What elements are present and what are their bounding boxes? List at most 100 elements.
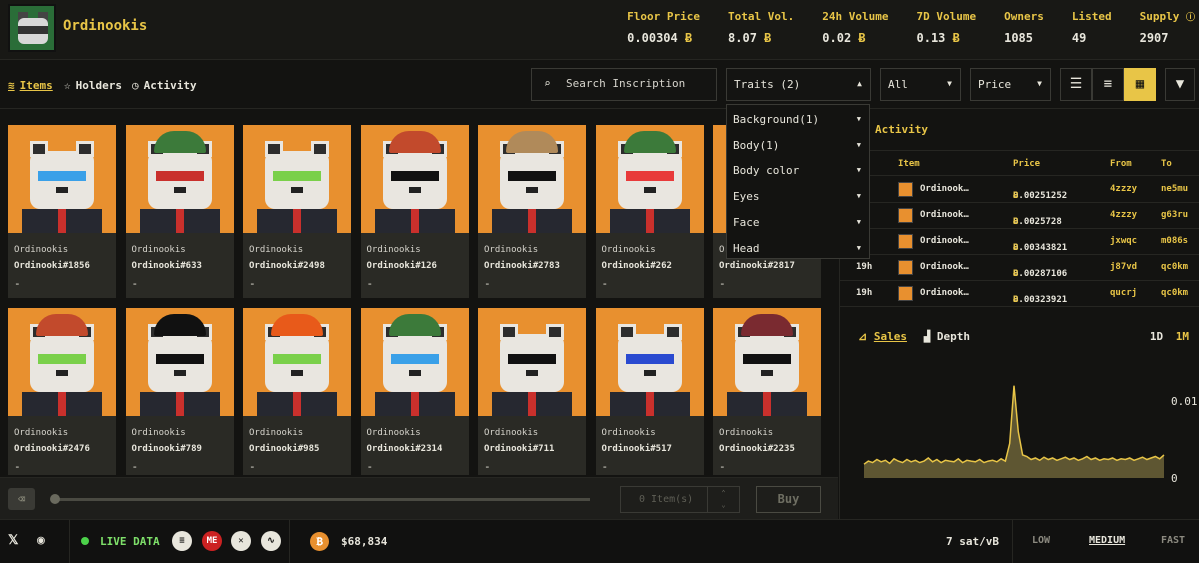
sales-area bbox=[864, 385, 1164, 478]
tab-activity[interactable]: ◷ Activity bbox=[132, 79, 197, 92]
nft-card[interactable]: Ordinookis Ordinooki#2476 - bbox=[8, 308, 116, 475]
marketplace-icon[interactable]: ≡ bbox=[172, 531, 192, 551]
activity-row[interactable]: 19h Ordinook… 0.00323921 Ƀ qucrj qc0km bbox=[840, 281, 1199, 307]
okx-icon[interactable]: ✕ bbox=[231, 531, 251, 551]
nft-card[interactable]: Ordinookis Ordinooki#126 - bbox=[360, 125, 469, 298]
activity-to: ne5mu bbox=[1161, 184, 1189, 194]
fee-rate: 7 sat/vB bbox=[946, 535, 999, 548]
nft-price: - bbox=[484, 460, 491, 473]
stat-floor-price: Floor Price 0.00304 Ƀ bbox=[627, 10, 701, 45]
toolbar: ≋Items ☆Holders ◷Activity ⌕ Traits (2)▲ … bbox=[0, 61, 1199, 109]
unisat-icon[interactable]: ∿ bbox=[261, 531, 281, 551]
stepper-arrows[interactable]: ⌃ ⌄ bbox=[707, 487, 739, 512]
live-data-label: LIVE DATA bbox=[100, 535, 160, 548]
buy-button[interactable]: Buy bbox=[756, 486, 821, 513]
tab-sales[interactable]: ⊿ Sales bbox=[858, 330, 907, 343]
activity-to: qc0km bbox=[1161, 262, 1189, 272]
view-grid-button[interactable]: ▦ bbox=[1124, 68, 1156, 101]
trait-option[interactable]: Body(1) ▼ bbox=[733, 139, 863, 152]
nft-name: Ordinooki#2314 bbox=[366, 444, 443, 454]
magic-eden-icon[interactable]: ME bbox=[202, 531, 222, 551]
sales-chart: 0.01 0 bbox=[863, 385, 1198, 485]
nft-collection: Ordinookis bbox=[601, 245, 656, 255]
trait-option[interactable]: Body color ▼ bbox=[733, 164, 863, 177]
nft-name: Ordinooki#517 bbox=[601, 444, 672, 454]
view-list-button[interactable]: ≡ bbox=[1092, 68, 1124, 101]
nft-card[interactable]: Ordinookis Ordinooki#2783 - bbox=[478, 125, 586, 298]
tab-depth[interactable]: ▟ Depth bbox=[924, 330, 970, 343]
nft-image bbox=[243, 308, 351, 416]
nft-collection: Ordinookis bbox=[484, 428, 539, 438]
nft-card[interactable]: Ordinookis Ordinooki#517 - bbox=[595, 308, 704, 475]
sweep-button[interactable]: ⌫ bbox=[8, 488, 35, 510]
info-icon[interactable]: ⓘ bbox=[1186, 13, 1195, 23]
nft-price: - bbox=[249, 460, 256, 473]
stat-7d-volume: 7D Volume 0.13 Ƀ bbox=[916, 10, 977, 45]
speed-fast-button[interactable]: FAST bbox=[1161, 535, 1185, 546]
view-list-detailed-button[interactable]: ☰ bbox=[1060, 68, 1092, 101]
nft-card[interactable]: Ordinookis Ordinooki#1856 - bbox=[8, 125, 116, 298]
nft-price: - bbox=[366, 277, 374, 290]
nft-thumbnail bbox=[898, 286, 913, 301]
activity-price: 0.0025728 bbox=[1013, 217, 1062, 227]
filter-select[interactable]: All ▼ bbox=[880, 68, 961, 101]
activity-panel: Activity Item Price From To Ordinook… 0.… bbox=[839, 110, 1199, 519]
activity-row[interactable]: Ordinook… 0.00343821 Ƀ jxwqc m086s bbox=[840, 229, 1199, 255]
activity-item: Ordinook… bbox=[920, 184, 969, 194]
nft-collection: Ordinookis bbox=[14, 245, 69, 255]
star-icon: ☆ bbox=[64, 79, 71, 92]
nft-card[interactable]: Ordinookis Ordinooki#2498 - bbox=[243, 125, 351, 298]
chevron-up-icon: ⌃ bbox=[721, 489, 726, 497]
nft-card[interactable]: Ordinookis Ordinooki#2235 - bbox=[713, 308, 821, 475]
range-1m[interactable]: 1M bbox=[1176, 330, 1189, 343]
speed-low-button[interactable]: LOW bbox=[1032, 535, 1050, 546]
items-grid: Ordinookis Ordinooki#1856 - Ordinookis O… bbox=[8, 125, 838, 475]
activity-to: g63ru bbox=[1161, 210, 1189, 220]
nft-price: - bbox=[14, 277, 21, 290]
bitcoin-icon: ₿ bbox=[310, 532, 329, 551]
nft-price: - bbox=[249, 277, 256, 290]
nft-card[interactable]: Ordinookis Ordinooki#711 - bbox=[478, 308, 586, 475]
trait-option[interactable]: Background(1) ▼ bbox=[733, 113, 863, 126]
nft-image bbox=[595, 308, 704, 416]
nft-image bbox=[478, 125, 586, 233]
nft-collection: Ordinookis bbox=[14, 428, 69, 438]
activity-row[interactable]: 19h Ordinook… 0.00287106 Ƀ j87vd qc0km bbox=[840, 255, 1199, 281]
tab-items[interactable]: ≋ Items bbox=[8, 79, 53, 92]
tab-holders[interactable]: ☆ Holders bbox=[64, 79, 122, 92]
trait-option[interactable]: Face ▼ bbox=[733, 216, 863, 229]
search-box[interactable]: ⌕ bbox=[531, 68, 717, 101]
nft-collection: Ordinookis bbox=[601, 428, 656, 438]
nft-card[interactable]: Ordinookis Ordinooki#633 - bbox=[125, 125, 234, 298]
nft-price: - bbox=[14, 460, 21, 473]
trait-option[interactable]: Eyes ▼ bbox=[733, 190, 863, 203]
filter-button[interactable]: ▼ bbox=[1165, 68, 1195, 101]
sort-select[interactable]: Price ▼ bbox=[970, 68, 1051, 101]
nft-name: Ordinooki#985 bbox=[249, 444, 320, 454]
activity-row[interactable]: Ordinook… 0.0025728 Ƀ 4zzzy g63ru bbox=[840, 203, 1199, 229]
nft-card[interactable]: Ordinookis Ordinooki#262 - bbox=[595, 125, 704, 298]
nft-card[interactable]: Ordinookis Ordinooki#985 - bbox=[243, 308, 351, 475]
nft-image bbox=[595, 125, 704, 233]
activity-from: j87vd bbox=[1110, 262, 1138, 272]
sweep-slider-handle[interactable] bbox=[50, 494, 60, 504]
nft-card[interactable]: Ordinookis Ordinooki#2314 - bbox=[360, 308, 469, 475]
list-detailed-icon: ☰ bbox=[1069, 76, 1083, 92]
quantity-stepper[interactable]: 0 Item(s) ⌃ ⌄ bbox=[620, 486, 740, 513]
layers-icon: ≋ bbox=[8, 79, 15, 92]
stat-total-volume: Total Vol. 8.07 Ƀ bbox=[728, 10, 795, 45]
activity-row[interactable]: Ordinook… 0.00251252 Ƀ 4zzzy ne5mu bbox=[840, 177, 1199, 203]
trait-option[interactable]: Head ▼ bbox=[733, 242, 863, 255]
traits-dropdown: Background(1) ▼ Body(1) ▼ Body color ▼ Eyes ▼ Fa… bbox=[726, 104, 870, 259]
activity-to: qc0km bbox=[1161, 288, 1189, 298]
x-logo-icon[interactable]: 𝕏 bbox=[8, 533, 18, 548]
nft-card[interactable]: Ordinookis Ordinooki#789 - bbox=[125, 308, 234, 475]
sweep-slider-track[interactable] bbox=[54, 498, 590, 501]
nft-image bbox=[360, 125, 469, 233]
speed-medium-button[interactable]: MEDIUM bbox=[1089, 535, 1125, 546]
discord-icon[interactable]: ◉ bbox=[37, 533, 45, 548]
nft-thumbnail bbox=[898, 234, 913, 249]
search-input[interactable] bbox=[566, 77, 711, 90]
traits-select[interactable]: Traits (2) ▲ bbox=[726, 68, 871, 101]
range-1d[interactable]: 1D bbox=[1150, 330, 1163, 343]
